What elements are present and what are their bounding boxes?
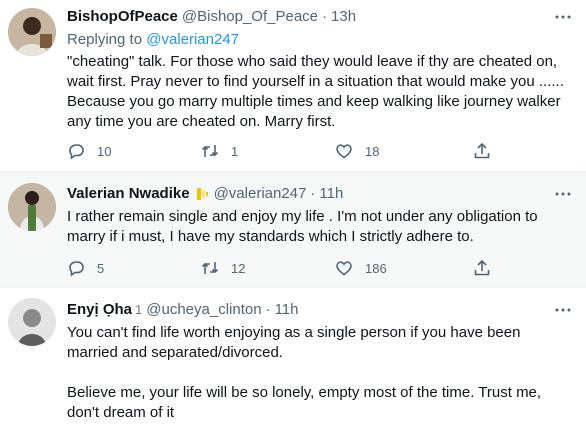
more-horizontal-icon[interactable] xyxy=(554,301,572,319)
like-count: 186 xyxy=(365,260,387,276)
tweet-text: "cheating" talk. For those who said they… xyxy=(67,53,564,130)
reply-button[interactable]: 10 xyxy=(67,142,201,160)
replying-to-link[interactable]: @valerian247 xyxy=(146,31,239,48)
heart-icon xyxy=(336,144,352,159)
heart-icon xyxy=(336,261,352,276)
tweet-header: Enyị Ọha 1 @ucheya_clinton · 11h xyxy=(67,301,574,319)
reply-bubble-icon xyxy=(69,261,84,277)
author-name[interactable]: BishopOfPeace xyxy=(67,8,178,26)
like-button[interactable]: 186 xyxy=(335,259,473,277)
share-upload-icon xyxy=(474,259,490,276)
reply-count: 10 xyxy=(97,143,112,159)
like-count: 18 xyxy=(365,143,380,159)
retweet-button[interactable]: 12 xyxy=(201,259,335,277)
retweet-count: 12 xyxy=(231,260,246,276)
author-name[interactable]: Enyị Ọha xyxy=(67,301,132,319)
avatar[interactable] xyxy=(8,298,56,346)
tweet-content: BishopOfPeace @Bishop_Of_Peace · 13h Rep… xyxy=(67,8,574,132)
share-button[interactable] xyxy=(473,259,491,277)
timestamp[interactable]: 13h xyxy=(331,8,356,26)
retweet-icon xyxy=(201,262,219,274)
author-name[interactable]: Valerian Nwadike xyxy=(67,185,190,203)
retweet-icon xyxy=(201,145,219,157)
tweet-text: I rather remain single and enjoy my life… xyxy=(67,208,538,245)
tweet-header: Valerian Nwadike @valerian247 · 11h xyxy=(67,185,574,203)
tweet-actions: 5 12 186 xyxy=(67,259,491,277)
separator: · xyxy=(265,301,271,318)
author-handle[interactable]: @Bishop_Of_Peace xyxy=(182,8,318,26)
tweet-header: BishopOfPeace @Bishop_Of_Peace · 13h xyxy=(67,8,574,26)
avatar[interactable] xyxy=(8,8,56,56)
avatar[interactable] xyxy=(8,183,56,231)
tweet-actions: 10 1 18 xyxy=(67,142,491,160)
timestamp[interactable]: 11h xyxy=(275,301,299,319)
separator: · xyxy=(310,185,316,202)
reply-bubble-icon xyxy=(69,144,84,160)
share-upload-icon xyxy=(474,142,490,159)
yellow-flag-icon xyxy=(196,187,210,201)
author-handle[interactable]: @valerian247 xyxy=(214,185,307,203)
more-horizontal-icon[interactable] xyxy=(554,8,572,26)
tweet-content: Valerian Nwadike @valerian247 · 11h I ra… xyxy=(67,185,574,247)
more-horizontal-icon[interactable] xyxy=(554,185,572,203)
retweet-button[interactable]: 1 xyxy=(201,142,335,160)
replying-to: Replying to @valerian247 xyxy=(67,30,574,50)
timestamp[interactable]: 11h xyxy=(319,185,343,203)
tweet-enyi-oha[interactable]: Enyị Ọha 1 @ucheya_clinton · 11h You can… xyxy=(0,289,586,433)
separator: · xyxy=(322,8,328,25)
name-suffix: 1 xyxy=(135,302,143,317)
share-button[interactable] xyxy=(473,142,491,160)
reply-count: 5 xyxy=(97,260,105,276)
retweet-count: 1 xyxy=(231,143,239,159)
tweet-text: You can't find life worth enjoying as a … xyxy=(67,324,542,421)
tweet-content: Enyị Ọha 1 @ucheya_clinton · 11h You can… xyxy=(67,301,574,423)
reply-button[interactable]: 5 xyxy=(67,259,201,277)
replying-prefix: Replying to xyxy=(67,31,143,48)
like-button[interactable]: 18 xyxy=(335,142,473,160)
author-handle[interactable]: @ucheya_clinton xyxy=(146,301,261,319)
